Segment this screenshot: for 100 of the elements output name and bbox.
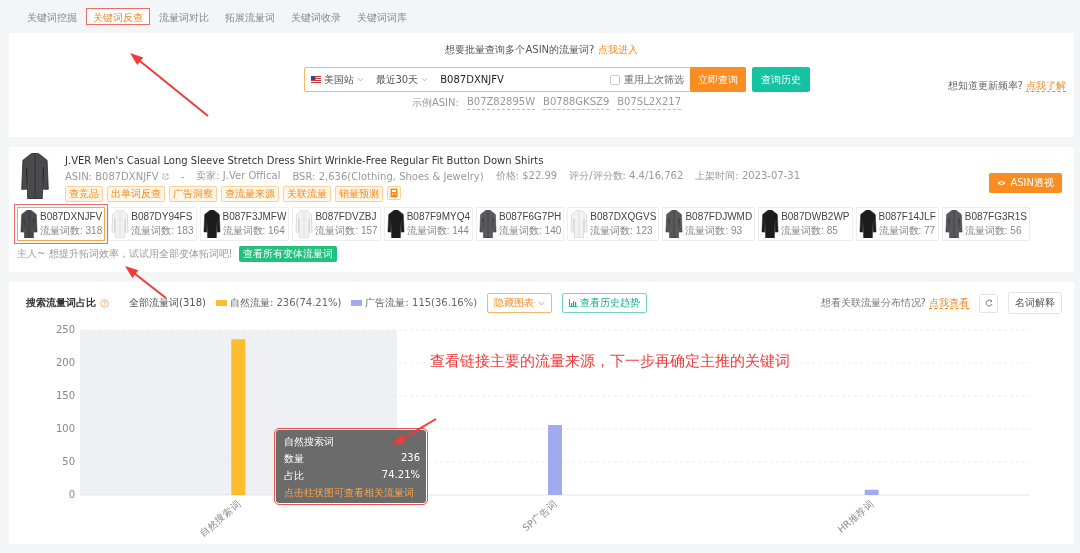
variant-card[interactable]: B087DXNJFV 流量词数: 318 xyxy=(17,207,106,241)
reuse-filter-checkbox[interactable]: 重用上次筛选 xyxy=(609,72,690,87)
variant-asin: B087DXNJFV xyxy=(40,210,103,222)
x-axis-label: HR推荐词 xyxy=(835,498,876,535)
variant-keyword-count: 流量词数: 183 xyxy=(131,223,194,238)
annotation-arrow xyxy=(392,418,437,445)
help-icon xyxy=(100,298,109,308)
variant-keyword-count: 流量词数: 318 xyxy=(40,223,103,238)
bar[interactable] xyxy=(231,339,246,495)
period-select[interactable]: 最近30天 xyxy=(369,72,435,87)
glossary-button[interactable]: 名词解释 xyxy=(1008,292,1062,314)
frequency-prompt: 想知道更新频率? 点我了解 xyxy=(947,79,1066,93)
frequency-link[interactable]: 点我了解 xyxy=(1026,80,1066,92)
flag-icon xyxy=(310,76,321,83)
tab[interactable]: 关键词词库 xyxy=(350,8,414,25)
y-axis-label: 0 xyxy=(68,489,75,500)
variant-card[interactable]: B087F3JMFW 流量词数: 164 xyxy=(199,207,290,241)
batch-prompt: 想要批量查询多个ASIN的流量词? 点我进入 xyxy=(445,43,638,57)
variant-keyword-count: 流量词数: 56 xyxy=(964,223,1023,238)
tab[interactable]: 拓展流量词 xyxy=(218,8,282,25)
variant-card[interactable]: B087DWB2WP 流量词数: 85 xyxy=(758,207,853,241)
history-trend-button[interactable]: 查看历史趋势 xyxy=(562,293,648,313)
bar[interactable] xyxy=(548,425,562,495)
hide-chart-button[interactable]: 隐藏图表 xyxy=(487,293,553,313)
variant-tip: 主人~ 想提升拓词效率，试试用全部变体拓词吧! xyxy=(17,247,233,261)
tooltip-label: 占比 xyxy=(284,469,304,483)
tab[interactable]: 关键词挖掘 xyxy=(20,8,84,25)
variant-asin: B087F14JLF xyxy=(878,210,936,222)
related-link[interactable]: 点我查看 xyxy=(929,297,969,309)
caret-icon xyxy=(421,77,429,82)
tool-tag[interactable]: 出单词反查 xyxy=(107,186,165,202)
annotation-text: 查看链接主要的流量来源，下一步再确定主推的关键词 xyxy=(430,352,790,371)
section-title: 搜索流量词占比 xyxy=(26,296,96,310)
product-meta: 上架时间: 2023-07-31 xyxy=(695,169,800,183)
all-variants-button[interactable]: 查看所有变体流量词 xyxy=(238,246,337,262)
example-asin-link[interactable]: B0788GKSZ9 xyxy=(543,96,610,110)
y-axis-label: 100 xyxy=(55,423,75,434)
variant-asin: B087FDJWMD xyxy=(685,210,753,222)
caret-icon xyxy=(356,77,364,82)
product-meta: 评分/评分数: 4.4/16,762 xyxy=(569,169,684,183)
y-axis-label: 250 xyxy=(55,324,75,335)
legend-label: 广告流量: 115(36.16%) xyxy=(365,296,478,310)
variant-card[interactable]: B087FG3R1S 流量词数: 56 xyxy=(941,207,1031,241)
bar-chart-icon xyxy=(569,299,578,307)
variant-asin: B087F9MYQ4 xyxy=(406,210,471,222)
variant-card[interactable]: B087DXQGVS 流量词数: 123 xyxy=(567,207,660,241)
caret-icon xyxy=(538,300,546,306)
tab[interactable]: 流量词对比 xyxy=(152,8,216,25)
tool-tag[interactable]: 查竞品 xyxy=(65,186,103,202)
history-button[interactable]: 查询历史 xyxy=(751,67,810,92)
refresh-button[interactable] xyxy=(979,293,998,313)
variant-asin: B087F6G7PH xyxy=(499,210,562,222)
variant-keyword-count: 流量词数: 77 xyxy=(878,223,936,238)
tool-tag[interactable]: 关联流量 xyxy=(283,186,331,202)
variant-card[interactable]: B087DY94FS 流量词数: 183 xyxy=(108,207,197,241)
tool-tag[interactable]: 销量预测 xyxy=(335,186,383,202)
x-axis-label: SP广告词 xyxy=(520,498,560,534)
variant-keyword-count: 流量词数: 157 xyxy=(315,223,378,238)
tool-tag[interactable]: 查流量来源 xyxy=(221,186,279,202)
annotation-arrow xyxy=(125,266,167,299)
variant-keyword-count: 流量词数: 123 xyxy=(590,223,654,238)
variant-keyword-count: 流量词数: 164 xyxy=(222,223,286,238)
variant-keyword-count: 流量词数: 85 xyxy=(781,223,839,238)
legend-swatch xyxy=(215,300,227,306)
external-link-icon xyxy=(161,172,169,180)
variant-asin: B087DWB2WP xyxy=(781,210,850,222)
tooltip-title: 自然搜索词 xyxy=(284,435,335,449)
variant-card[interactable]: B087F6G7PH 流量词数: 140 xyxy=(476,207,565,241)
variant-card[interactable]: B087F9MYQ4 流量词数: 144 xyxy=(383,207,474,241)
variant-asin: B087DY94FS xyxy=(131,210,194,222)
example-asin-link[interactable]: B07SL2X217 xyxy=(617,96,682,110)
product-meta: 卖家: J.Ver Offical xyxy=(196,169,281,183)
batch-link[interactable]: 点我进入 xyxy=(597,44,638,55)
bar[interactable] xyxy=(864,489,879,495)
asin-insight-button[interactable]: ASIN透视 xyxy=(989,173,1062,193)
tool-tag[interactable]: 广告洞察 xyxy=(169,186,217,202)
related-prompt: 想看关联流量分布情况? 点我查看 xyxy=(820,296,969,310)
tooltip-value: 74.21% xyxy=(381,469,420,482)
product-meta: ASIN: B087DXNJFV xyxy=(65,170,159,182)
product-meta: 价格: $22.99 xyxy=(495,169,558,183)
eye-icon xyxy=(997,180,1007,186)
tab[interactable]: 关键词收录 xyxy=(284,8,348,25)
calculator-icon xyxy=(390,188,398,198)
example-asin-link[interactable]: B07Z82895W xyxy=(466,96,536,110)
y-axis-label: 50 xyxy=(62,456,75,467)
tab[interactable]: 关键词反查 xyxy=(86,8,150,25)
calculator-button[interactable] xyxy=(387,186,401,200)
marketplace-select[interactable]: 美国站 xyxy=(304,72,370,87)
query-button[interactable]: 立即查询 xyxy=(689,67,746,92)
product-title: J.VER Men's Casual Long Sleeve Stretch Dress Shirt Wrinkle-Free Regular Fit Button Down Shirts xyxy=(65,155,545,166)
tooltip-label: 数量 xyxy=(284,452,304,466)
tooltip-hint: 点击柱状图可查看相关流量词 xyxy=(284,486,415,500)
variant-keyword-count: 流量词数: 93 xyxy=(685,223,744,238)
x-axis-label: 自然搜索词 xyxy=(197,498,243,539)
variant-card[interactable]: B087FDVZBJ 流量词数: 157 xyxy=(292,207,381,241)
examples-label: 示例ASIN: xyxy=(411,96,459,110)
legend-swatch xyxy=(351,300,363,306)
variant-asin: B087F3JMFW xyxy=(222,210,287,222)
variant-card[interactable]: B087FDJWMD 流量词数: 93 xyxy=(662,207,756,241)
variant-card[interactable]: B087F14JLF 流量词数: 77 xyxy=(855,207,939,241)
